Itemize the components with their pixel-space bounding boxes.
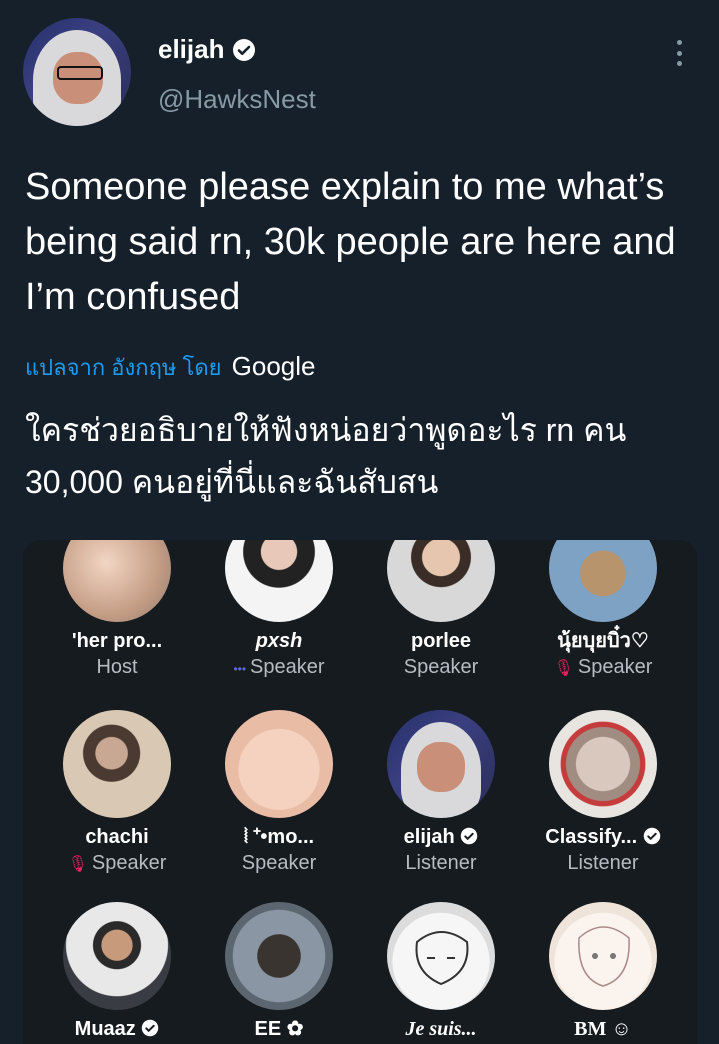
participant-card: BM ☺ bbox=[522, 902, 684, 1042]
participant-name: Classify... bbox=[522, 824, 684, 850]
participant-avatar bbox=[225, 902, 333, 1010]
participant-name: Je suis... bbox=[405, 1018, 477, 1040]
participant-avatar bbox=[63, 540, 171, 622]
space-screenshot[interactable]: 'her pro... Host pxsh ••• Speaker porlee … bbox=[23, 540, 697, 1044]
tweet-text: Someone please explain to me what’s bein… bbox=[25, 166, 676, 318]
author-name-row[interactable]: elijah bbox=[158, 34, 256, 65]
participant-role: 🎙 Speaker bbox=[67, 852, 167, 874]
participant-name: BM ☺ bbox=[574, 1018, 632, 1040]
verified-badge-icon bbox=[461, 827, 478, 845]
participant-card: pxsh ••• Speaker bbox=[198, 540, 360, 682]
muted-mic-icon: 🎙 bbox=[553, 660, 574, 677]
participant-name: pxsh bbox=[255, 630, 303, 652]
participant-name: 'her pro... bbox=[71, 630, 163, 652]
participant-avatar bbox=[387, 710, 495, 818]
participant-name: ⦚ ⁺•mo... bbox=[243, 826, 315, 848]
participant-role: Speaker bbox=[403, 656, 479, 678]
participant-avatar bbox=[225, 710, 333, 818]
participant-role: 🎙 Speaker bbox=[553, 656, 653, 678]
muted-mic-icon: 🎙 bbox=[67, 856, 88, 873]
verified-badge-icon bbox=[142, 1019, 159, 1037]
verified-badge-icon bbox=[233, 38, 256, 61]
participant-card: 'her pro... Host bbox=[36, 540, 198, 680]
participant-role: Listener bbox=[567, 852, 639, 874]
verified-badge-icon bbox=[643, 827, 660, 845]
more-options-icon[interactable] bbox=[677, 40, 683, 66]
participant-avatar bbox=[63, 710, 171, 818]
participant-avatar bbox=[549, 540, 657, 622]
translation-provider: Google bbox=[231, 351, 316, 381]
tweet-header: elijah @HawksNest bbox=[23, 18, 703, 128]
translation-attribution[interactable]: แปลจาก อังกฤษ โดย Google bbox=[25, 350, 315, 385]
participant-card: Je suis... bbox=[360, 902, 522, 1042]
participant-name: Muaaz bbox=[36, 1016, 198, 1042]
translation-label[interactable]: แปลจาก อังกฤษ โดย bbox=[25, 355, 222, 380]
participant-name: porlee bbox=[410, 630, 472, 652]
participant-name: นุ้ยบุยบิ๋ว♡ bbox=[557, 630, 649, 652]
participant-card: Muaaz bbox=[36, 902, 198, 1042]
speaking-indicator-icon: ••• bbox=[233, 662, 247, 676]
participant-card: chachi 🎙 Speaker bbox=[36, 710, 198, 878]
participant-role: ••• Speaker bbox=[233, 656, 325, 678]
participant-name: ΕΕ ✿ bbox=[254, 1018, 304, 1040]
participant-avatar bbox=[225, 540, 333, 622]
participant-card: ⦚ ⁺•mo... Speaker bbox=[198, 710, 360, 876]
participant-name: elijah bbox=[360, 824, 522, 850]
participant-avatar bbox=[549, 902, 657, 1010]
participant-name: chachi bbox=[85, 826, 149, 848]
participant-avatar bbox=[63, 902, 171, 1010]
translated-text: ใครช่วยอธิบายให้ฟังหน่อยว่าพูดอะไร rn คน… bbox=[25, 412, 627, 500]
participant-card: ΕΕ ✿ bbox=[198, 902, 360, 1042]
participant-card: porlee Speaker bbox=[360, 540, 522, 680]
participant-avatar bbox=[387, 902, 495, 1010]
participant-role: Speaker bbox=[241, 852, 317, 874]
author-avatar[interactable] bbox=[23, 18, 131, 126]
participant-card: elijah Listener bbox=[360, 710, 522, 876]
author-handle[interactable]: @HawksNest bbox=[158, 84, 316, 115]
author-name[interactable]: elijah bbox=[158, 34, 224, 65]
participant-avatar bbox=[549, 710, 657, 818]
participant-role: Listener bbox=[405, 852, 477, 874]
participant-card: นุ้ยบุยบิ๋ว♡ 🎙 Speaker bbox=[522, 540, 684, 682]
participant-card: Classify... Listener bbox=[522, 710, 684, 876]
participant-avatar bbox=[387, 540, 495, 622]
participant-role: Host bbox=[96, 656, 138, 678]
